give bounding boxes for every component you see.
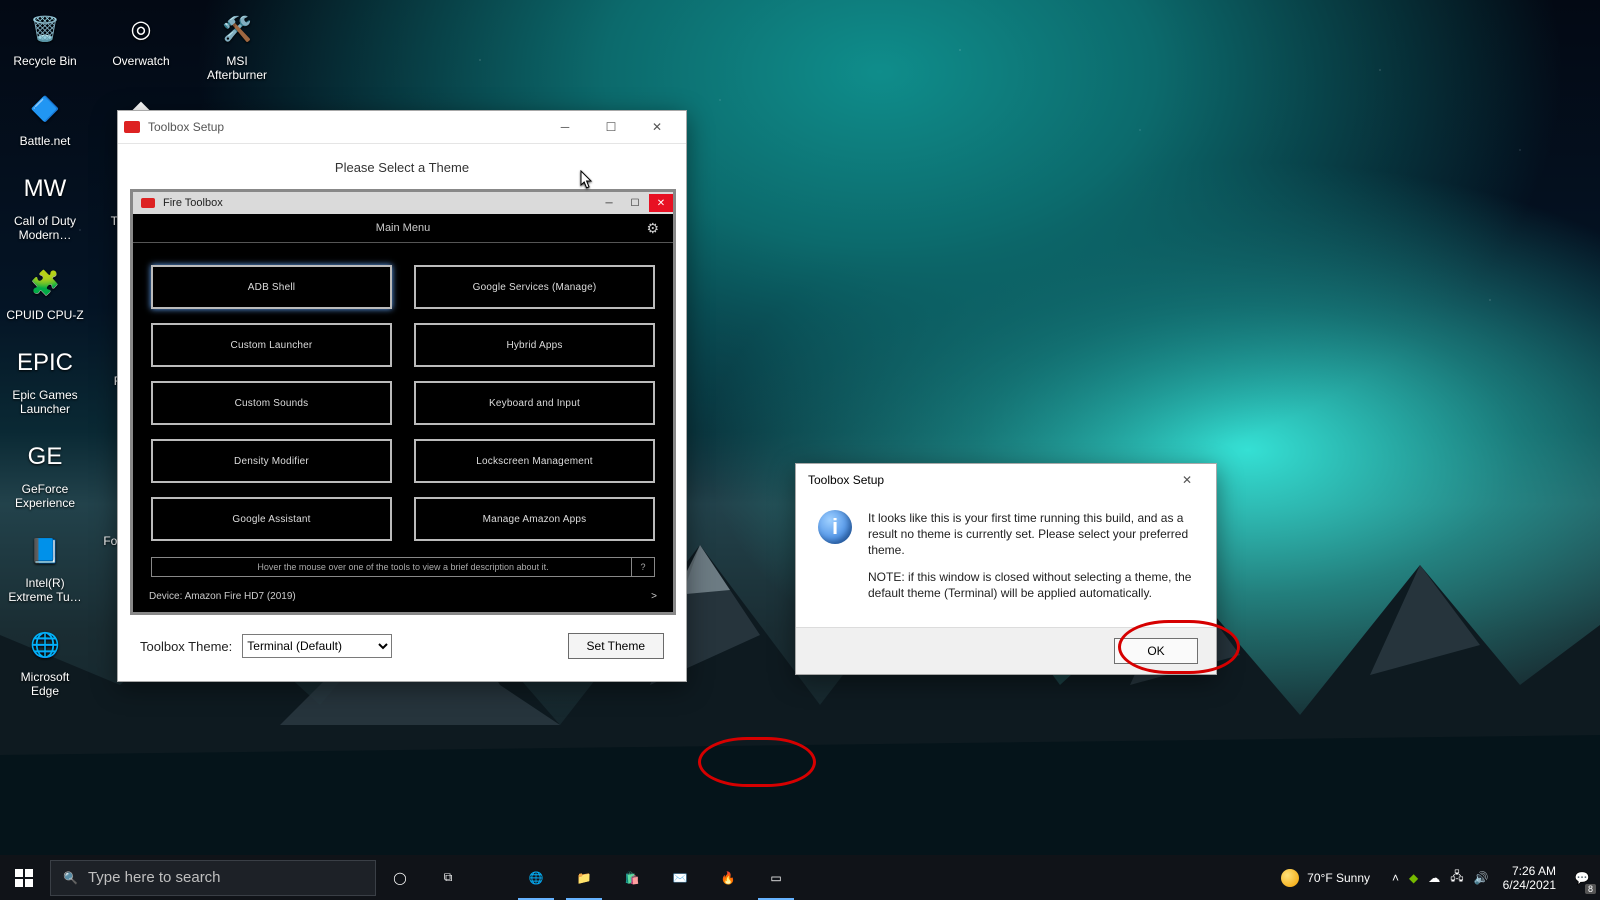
clock-date: 6/24/2021 bbox=[1503, 878, 1556, 892]
gear-icon: ⚙ bbox=[646, 220, 659, 237]
desktop-icon-label: Call of Duty Modern… bbox=[6, 214, 84, 242]
desktop-icon-glyph: 🗑️ bbox=[22, 6, 68, 52]
toolbox-setup-dialog: Toolbox Setup ✕ i It looks like this is … bbox=[795, 463, 1217, 675]
desktop-icon-label: Battle.net bbox=[20, 134, 71, 148]
help-icon: ? bbox=[631, 557, 655, 577]
tray-nvidia-icon[interactable]: ◆ bbox=[1409, 871, 1418, 885]
theme-label: Toolbox Theme: bbox=[140, 639, 232, 654]
desktop-icon[interactable]: 🛠️MSI Afterburner bbox=[198, 6, 276, 82]
heading: Please Select a Theme bbox=[130, 160, 674, 175]
desktop-icon[interactable]: MWCall of Duty Modern… bbox=[6, 166, 84, 242]
system-tray[interactable]: ˄ ◆ ☁ 🖧 🔊 bbox=[1386, 867, 1495, 888]
taskbar-fire-toolbox[interactable]: 🔥 bbox=[704, 855, 752, 900]
preview-tool-button: Google Assistant bbox=[151, 497, 392, 541]
taskbar-store[interactable]: 🛍️ bbox=[608, 855, 656, 900]
tray-volume-icon[interactable]: 🔊 bbox=[1474, 871, 1489, 885]
cortana-button[interactable]: ◯ bbox=[376, 855, 424, 900]
search-placeholder: Type here to search bbox=[88, 869, 221, 886]
maximize-button[interactable]: ☐ bbox=[588, 111, 634, 143]
dialog-text-2: NOTE: if this window is closed without s… bbox=[868, 569, 1194, 601]
set-theme-button[interactable]: Set Theme bbox=[568, 633, 664, 659]
desktop-icon[interactable]: 🧩 CPUID CPU-Z bbox=[6, 260, 84, 322]
preview-device: Device: Amazon Fire HD7 (2019) bbox=[149, 591, 296, 602]
preview-tool-button: Manage Amazon Apps bbox=[414, 497, 655, 541]
desktop-icon-label: Microsoft Edge bbox=[6, 670, 84, 698]
annotation-circle bbox=[698, 737, 816, 787]
preview-tool-button: Custom Launcher bbox=[151, 323, 392, 367]
taskbar-mail[interactable]: ✉️ bbox=[656, 855, 704, 900]
dialog-close-button[interactable]: ✕ bbox=[1164, 464, 1210, 496]
dialog-titlebar[interactable]: Toolbox Setup ✕ bbox=[796, 464, 1216, 496]
weather-text: 70°F Sunny bbox=[1307, 871, 1370, 885]
preview-menu-label: Main Menu bbox=[376, 222, 430, 234]
toolbox-setup-window: Toolbox Setup ─ ☐ ✕ Please Select a Them… bbox=[117, 110, 687, 682]
desktop-icon-label: MSI Afterburner bbox=[198, 54, 276, 82]
desktop-icon[interactable]: 🗑️ Recycle Bin bbox=[6, 6, 84, 68]
desktop-icon-label: Epic Games Launcher bbox=[6, 388, 84, 416]
preview-title: Fire Toolbox bbox=[163, 197, 223, 209]
desktop-icon-label: Overwatch bbox=[112, 54, 169, 68]
theme-select[interactable]: Terminal (Default) bbox=[242, 634, 392, 658]
taskbar-toolbox-setup[interactable]: ▭ bbox=[752, 855, 800, 900]
desktop-icon-glyph: 📘 bbox=[22, 528, 68, 574]
start-button[interactable] bbox=[0, 855, 48, 900]
preview-tool-button: Lockscreen Management bbox=[414, 439, 655, 483]
dialog-title: Toolbox Setup bbox=[808, 473, 884, 487]
titlebar[interactable]: Toolbox Setup ─ ☐ ✕ bbox=[118, 111, 686, 144]
minimize-button[interactable]: ─ bbox=[542, 111, 588, 143]
preview-tool-button: Custom Sounds bbox=[151, 381, 392, 425]
desktop-icon[interactable]: GEGeForce Experience bbox=[6, 434, 84, 510]
action-center-button[interactable]: 💬8 bbox=[1564, 855, 1600, 900]
desktop-icon-label: Intel(R) Extreme Tu… bbox=[6, 576, 84, 604]
taskbar-edge[interactable]: 🌐 bbox=[512, 855, 560, 900]
theme-preview: Fire Toolbox ─ ☐ ✕ Main Menu ⚙ ADB Shell… bbox=[130, 189, 676, 615]
desktop-icon[interactable]: 📘Intel(R) Extreme Tu… bbox=[6, 528, 84, 604]
task-view-button[interactable]: ⧉ bbox=[424, 855, 472, 900]
taskbar-search[interactable]: 🔍 Type here to search bbox=[50, 860, 376, 896]
close-button[interactable]: ✕ bbox=[634, 111, 680, 143]
desktop-icon-glyph: ◎ bbox=[118, 6, 164, 52]
tray-onedrive-icon[interactable]: ☁ bbox=[1428, 871, 1440, 885]
desktop-icon-label: GeForce Experience bbox=[6, 482, 84, 510]
preview-tool-button: Hybrid Apps bbox=[414, 323, 655, 367]
preview-tool-button: Google Services (Manage) bbox=[414, 265, 655, 309]
clock-time: 7:26 AM bbox=[1503, 864, 1556, 878]
desktop-icon-glyph: GE bbox=[22, 434, 68, 480]
preview-tool-button: ADB Shell bbox=[151, 265, 392, 309]
info-icon: i bbox=[818, 510, 852, 544]
preview-tool-button: Keyboard and Input bbox=[414, 381, 655, 425]
desktop-icon-glyph: 🧩 bbox=[22, 260, 68, 306]
desktop-icon[interactable]: EPICEpic Games Launcher bbox=[6, 340, 84, 416]
desktop-icon-label: Recycle Bin bbox=[13, 54, 76, 68]
chevron-right-icon: > bbox=[651, 591, 657, 602]
desktop-icon-glyph: 🛠️ bbox=[214, 6, 260, 52]
desktop-icon[interactable]: 🔷 Battle.net bbox=[6, 86, 84, 148]
preview-close-icon: ✕ bbox=[649, 194, 673, 212]
preview-max-icon: ☐ bbox=[623, 194, 647, 212]
preview-min-icon: ─ bbox=[597, 194, 621, 212]
taskbar-clock[interactable]: 7:26 AM 6/24/2021 bbox=[1503, 864, 1556, 892]
preview-tool-button: Density Modifier bbox=[151, 439, 392, 483]
search-icon: 🔍 bbox=[63, 871, 78, 885]
desktop-icon-glyph: 🌐 bbox=[22, 622, 68, 668]
taskbar-file-explorer[interactable]: 📁 bbox=[560, 855, 608, 900]
desktop-icon-glyph: 🔷 bbox=[22, 86, 68, 132]
dialog-text-1: It looks like this is your first time ru… bbox=[868, 510, 1194, 559]
app-icon bbox=[124, 121, 140, 133]
tray-chevron-up-icon[interactable]: ˄ bbox=[1392, 871, 1399, 885]
tray-network-icon[interactable]: 🖧 bbox=[1450, 867, 1463, 888]
desktop-icon-glyph: MW bbox=[22, 166, 68, 212]
ok-button[interactable]: OK bbox=[1114, 638, 1198, 664]
taskbar-weather[interactable]: 70°F Sunny bbox=[1281, 869, 1370, 887]
desktop-icon-glyph: EPIC bbox=[22, 340, 68, 386]
desktop-icon-label: CPUID CPU-Z bbox=[6, 308, 83, 322]
window-title: Toolbox Setup bbox=[148, 120, 224, 134]
preview-app-icon bbox=[141, 198, 155, 208]
preview-hint: Hover the mouse over one of the tools to… bbox=[257, 562, 548, 572]
desktop-icon[interactable]: ◎ Overwatch bbox=[102, 6, 180, 68]
sun-icon bbox=[1281, 869, 1299, 887]
taskbar: 🔍 Type here to search ◯ ⧉ 🌐 📁 🛍️ ✉️ 🔥 ▭ … bbox=[0, 855, 1600, 900]
notification-badge: 8 bbox=[1585, 884, 1596, 894]
desktop-icon[interactable]: 🌐Microsoft Edge bbox=[6, 622, 84, 698]
